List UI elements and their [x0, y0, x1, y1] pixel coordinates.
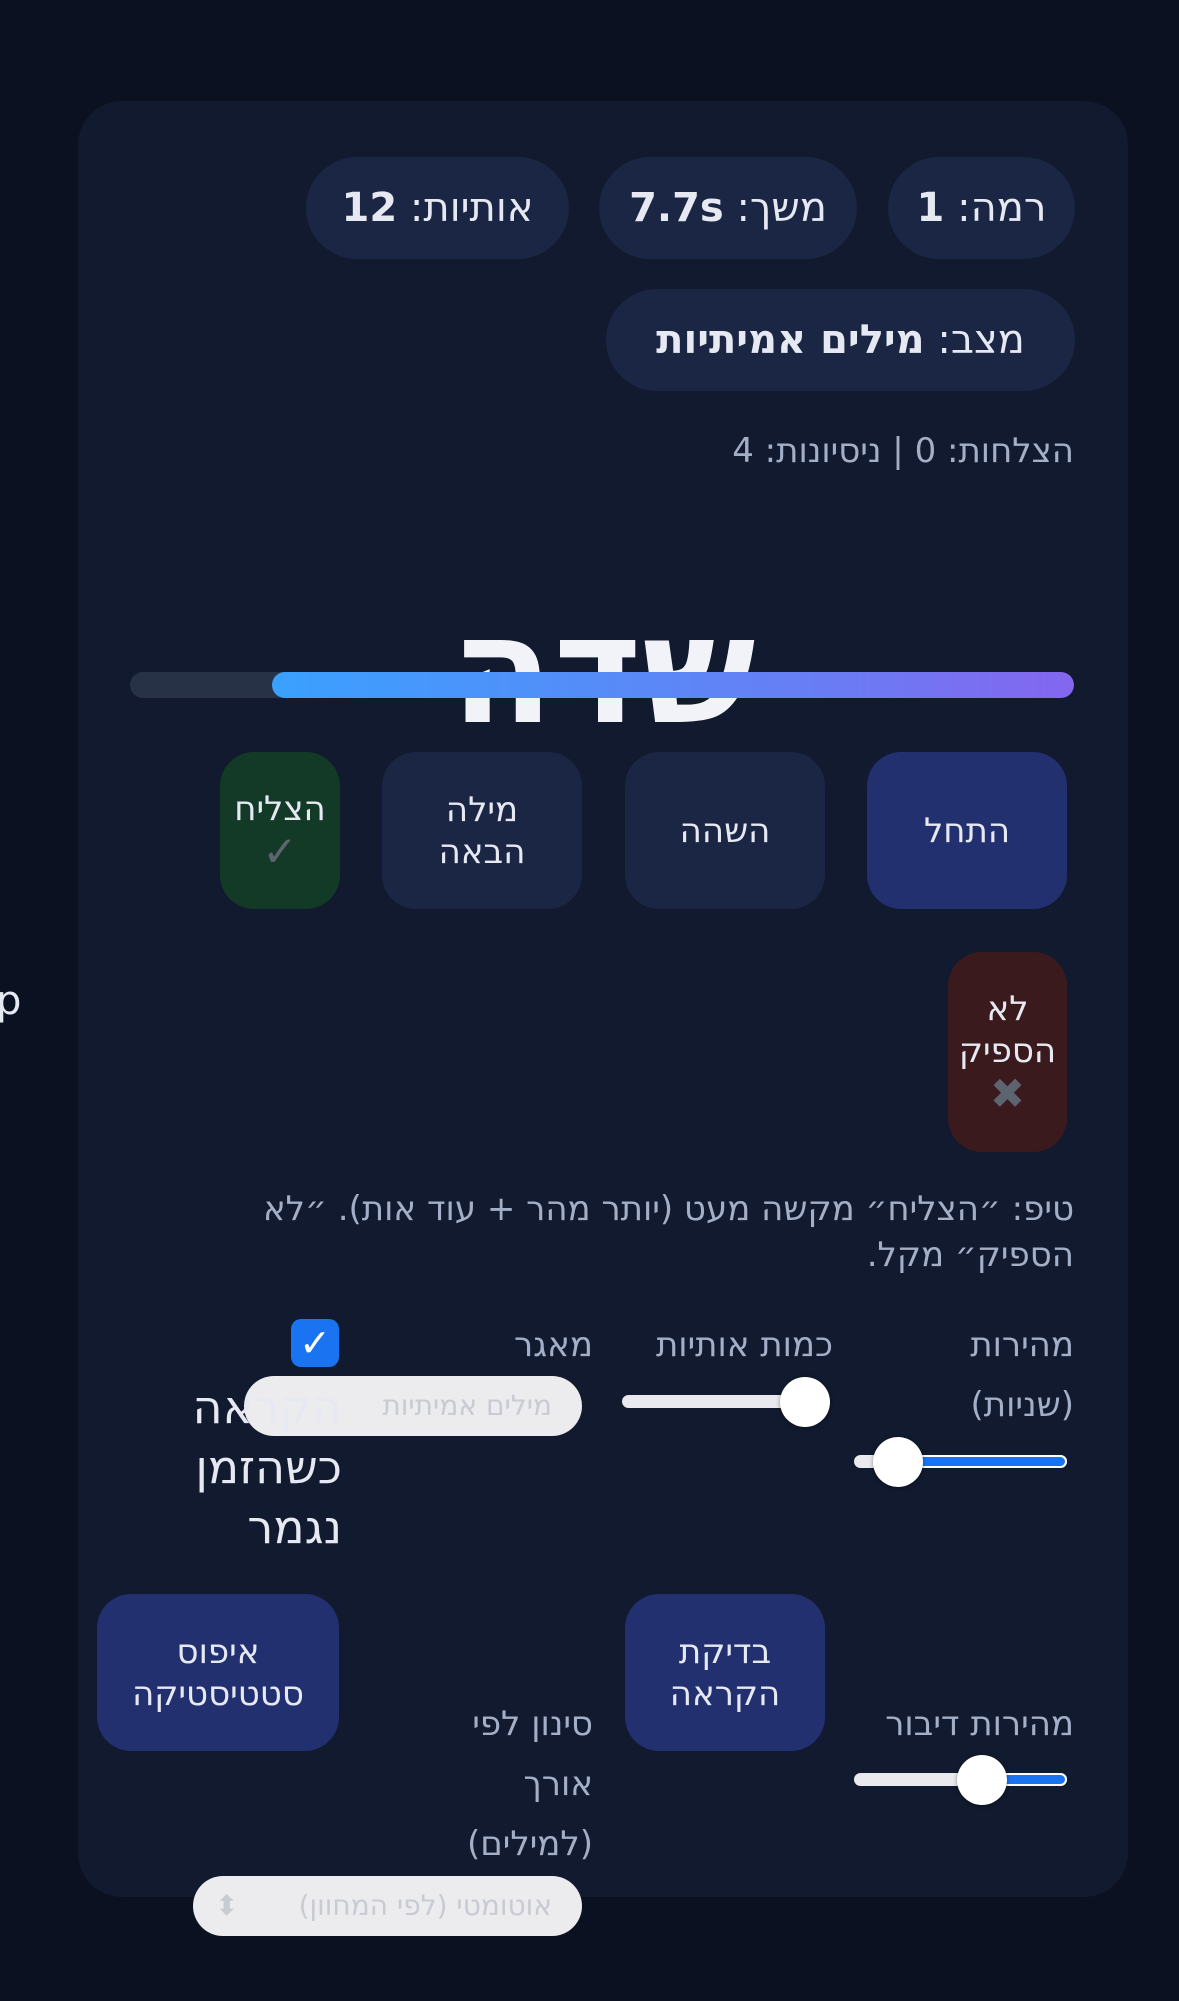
speech-rate-thumb[interactable]	[957, 1755, 1008, 1805]
current-word: שדה	[450, 584, 756, 758]
speed-label-line1: מהירות	[970, 1325, 1074, 1365]
duration-pill: משך: 7.7s	[599, 157, 857, 259]
pool-select-value: מילים אמיתיות	[382, 1389, 552, 1422]
speed-slider-thumb[interactable]	[872, 1437, 923, 1487]
level-label: רמה:	[957, 185, 1047, 231]
mode-label: מצב:	[937, 317, 1025, 363]
next-word-button[interactable]: מילה הבאה	[382, 752, 582, 909]
length-filter-label: סינון לפי אורך (למילים)	[467, 1694, 593, 1874]
level-pill: רמה: 1	[888, 157, 1075, 259]
read-when-done-checkbox[interactable]: ✓	[291, 1319, 339, 1367]
mode-value: מילים אמיתיות	[656, 317, 925, 363]
start-button-label: התחל	[923, 810, 1011, 851]
timer-progress-fill	[271, 672, 1074, 698]
letters-count-label: כמות אותיות	[655, 1325, 833, 1365]
length-filter-line1: סינון לפי	[472, 1704, 593, 1744]
test-tts-button[interactable]: בדיקת הקראה	[625, 1594, 825, 1751]
level-value: 1	[916, 185, 945, 231]
speech-rate-label: מהירות דיבור	[885, 1704, 1074, 1744]
letters-value: 12	[341, 185, 398, 231]
test-tts-line2: הקראה	[669, 1673, 781, 1714]
length-filter-line2: אורך	[523, 1764, 593, 1804]
start-button[interactable]: התחל	[867, 752, 1067, 909]
success-button-label: הצליח	[234, 788, 326, 829]
pause-button-label: השהה	[679, 810, 771, 851]
game-card: רמה: 1 משך: 7.7s אותיות: 12 מצב: מילים א…	[78, 101, 1128, 1936]
fail-button[interactable]: לא הספיק ✖	[948, 952, 1067, 1152]
pause-button[interactable]: השהה	[625, 752, 825, 909]
length-filter-value: אוטומטי (לפי המחוון)	[298, 1889, 552, 1922]
chevron-updown-icon: ⬍	[215, 1889, 239, 1922]
check-icon: ✓	[262, 826, 298, 876]
length-filter-line3: (למילים)	[466, 1824, 593, 1864]
fail-label-line2: הספיק	[958, 1031, 1057, 1071]
timer-progress-bar	[130, 672, 1074, 698]
duration-value: 7.7s	[629, 185, 724, 231]
read-when-done-label: הקראה כשהזמן נגמר	[22, 1377, 342, 1557]
next-word-label-line2: הבאה	[438, 831, 526, 872]
edge-text-fragment: p	[0, 978, 22, 1024]
stats-line: הצלחות: 0 | ניסיונות: 4	[732, 431, 1074, 471]
duration-label: משך:	[736, 185, 827, 231]
tip-text: טיפ: ״הצליח״ מקשה מעט (יותר מהר + עוד או…	[262, 1189, 1074, 1275]
success-button[interactable]: הצליח ✓	[220, 752, 340, 909]
letters-slider-thumb[interactable]	[780, 1377, 831, 1427]
letters-pill: אותיות: 12	[306, 157, 569, 259]
length-filter-select[interactable]: אוטומטי (לפי המחוון) ⬍	[193, 1876, 582, 1936]
next-word-label-line1: מילה	[445, 789, 519, 830]
mode-pill: מצב: מילים אמיתיות	[606, 289, 1075, 391]
letters-label: אותיות:	[409, 185, 534, 231]
reset-stats-line2: סטטיסטיקה	[132, 1673, 304, 1714]
speed-label-line2: (שניות)	[970, 1385, 1074, 1425]
speed-slider[interactable]	[854, 1437, 1067, 1487]
read-when-done-line2: כשהזמן	[195, 1440, 342, 1494]
test-tts-line1: בדיקת	[678, 1631, 772, 1672]
read-when-done-line1: הקראה	[192, 1380, 342, 1434]
reset-stats-line1: איפוס	[176, 1631, 260, 1672]
reset-stats-button[interactable]: איפוס סטטיסטיקה	[97, 1594, 339, 1751]
letters-count-slider[interactable]	[622, 1377, 831, 1427]
pool-label: מאגר	[513, 1325, 593, 1365]
speed-label: מהירות (שניות)	[970, 1315, 1074, 1435]
x-icon: ✖	[989, 1069, 1026, 1118]
speech-rate-slider[interactable]	[854, 1755, 1067, 1805]
read-when-done-line3: נגמר	[247, 1500, 342, 1554]
fail-label-line1: לא	[986, 989, 1029, 1029]
